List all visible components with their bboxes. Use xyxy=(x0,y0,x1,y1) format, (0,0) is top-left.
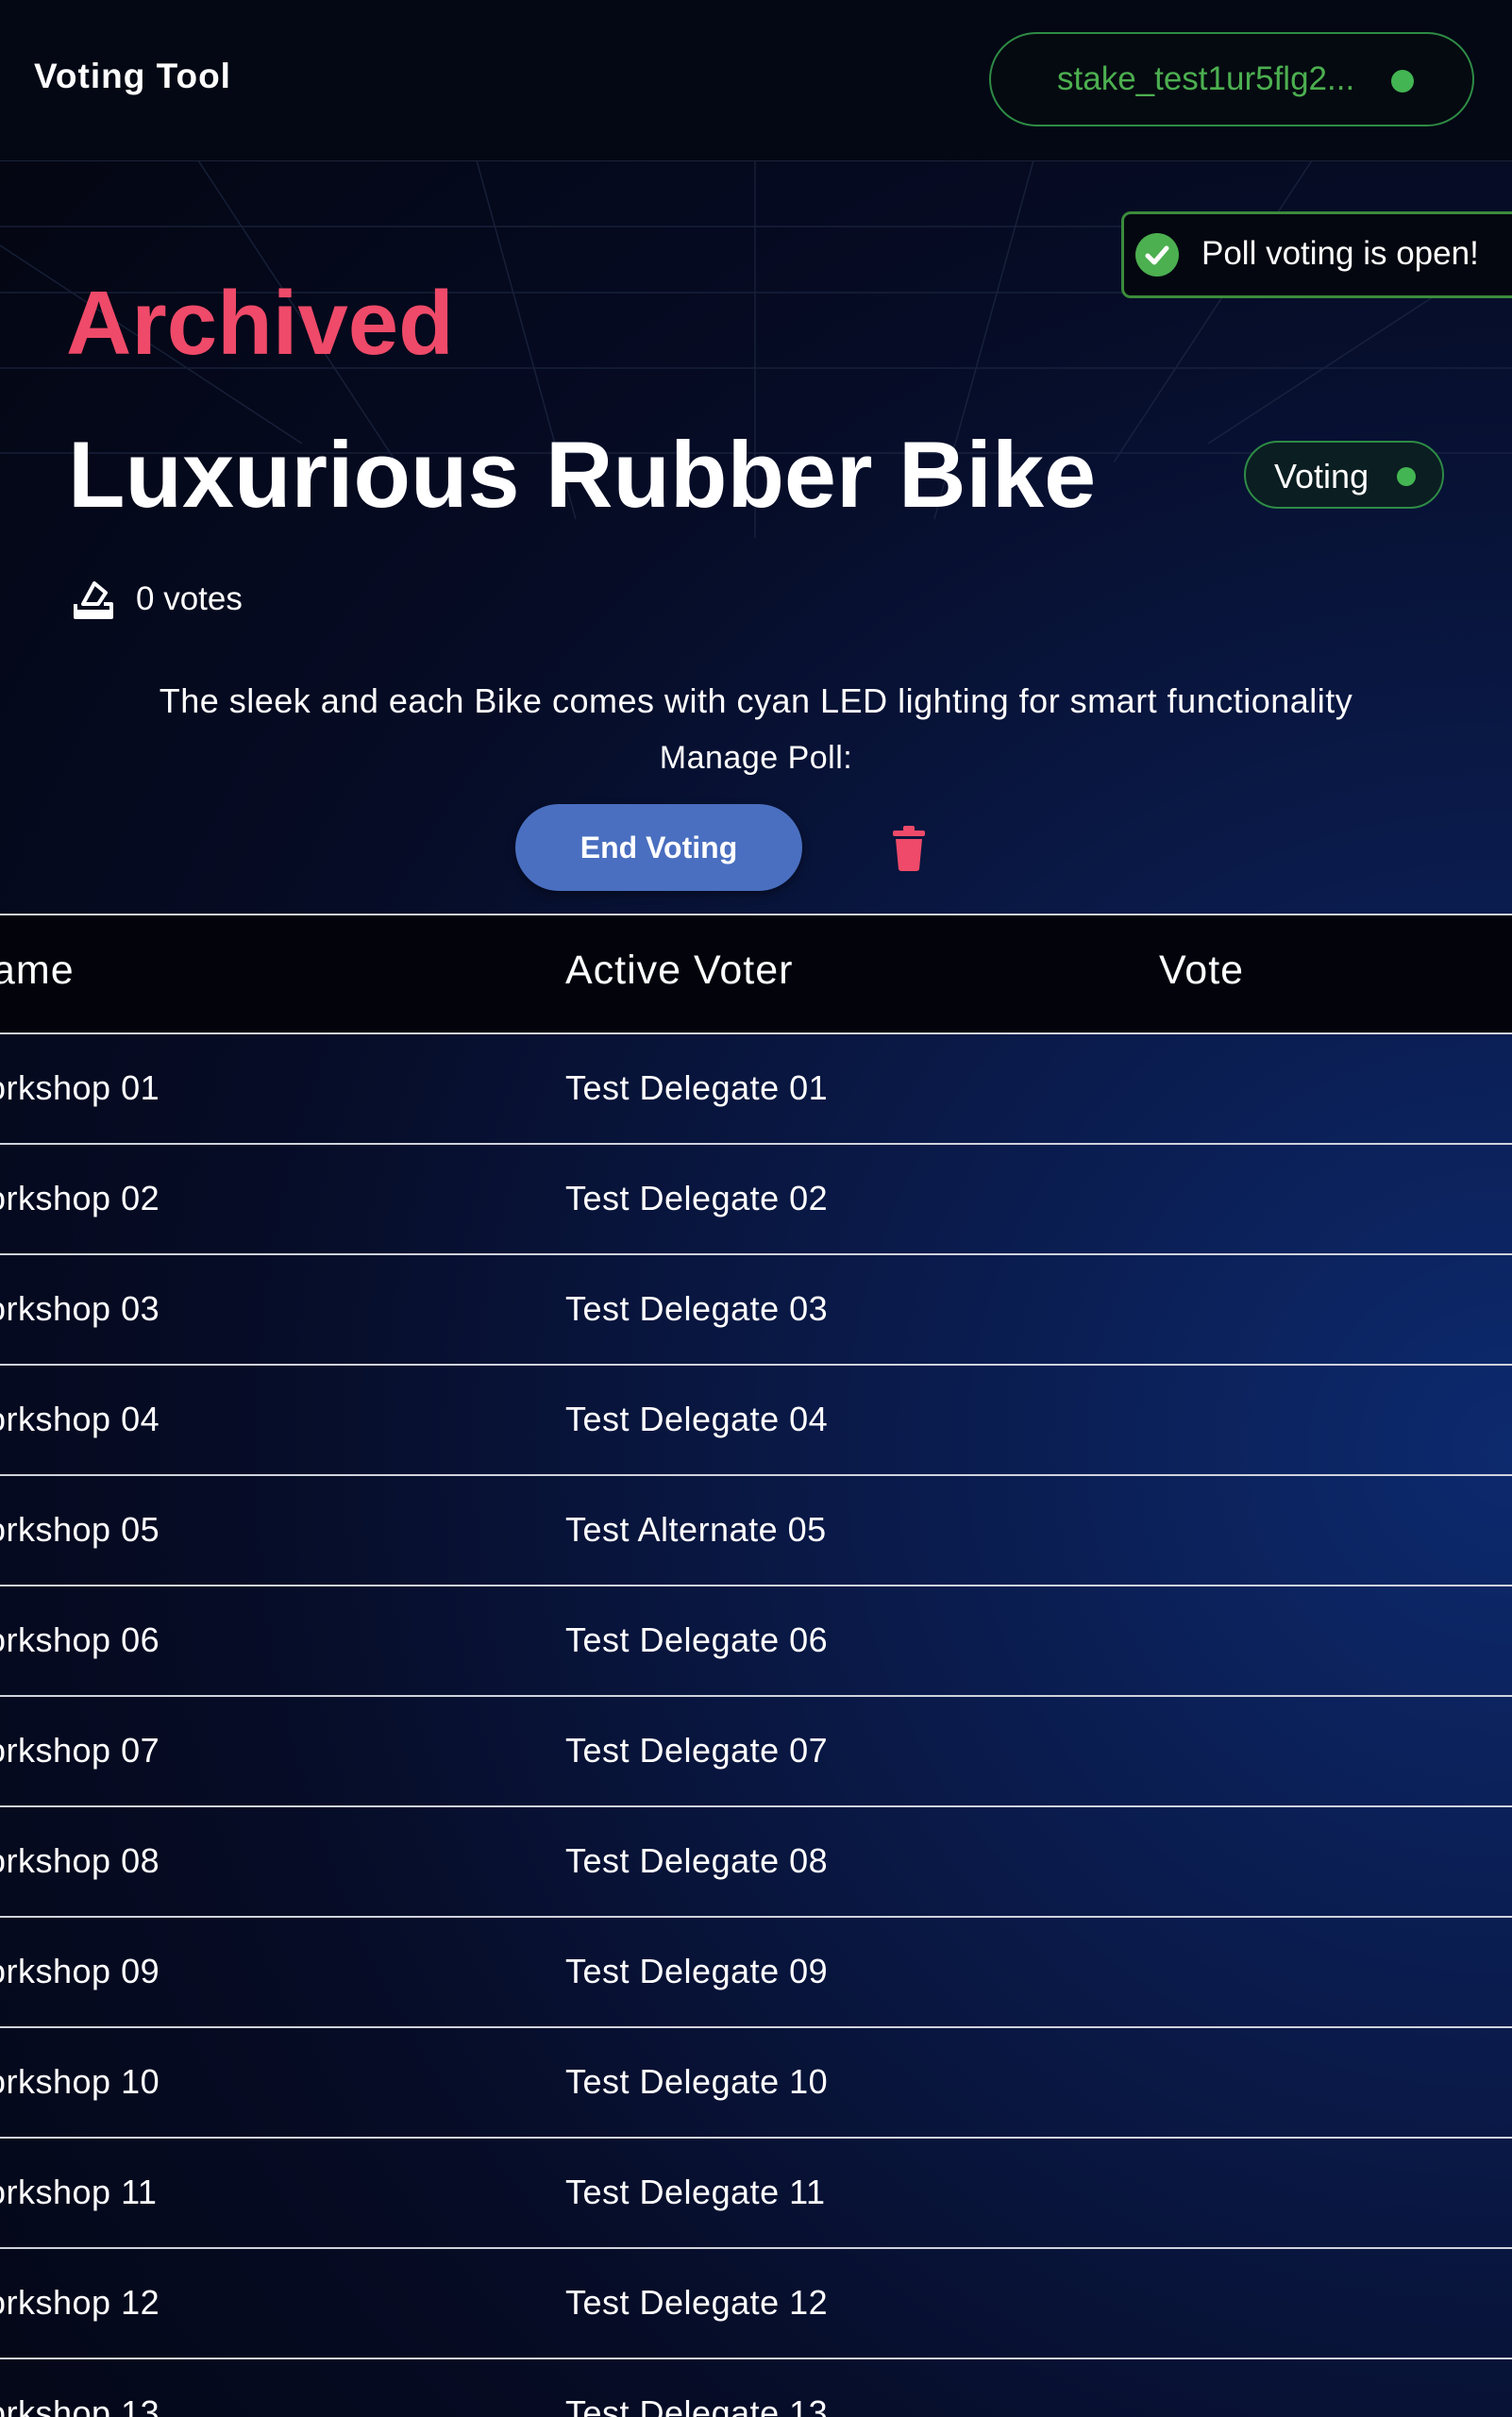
vote-count: 0 votes xyxy=(72,578,243,621)
wallet-status-dot-icon xyxy=(1391,70,1414,92)
workshop-name-cell: orkshop 04 xyxy=(0,1400,160,1438)
table-body: orkshop 01 Test Delegate 01 orkshop 02 Test… xyxy=(0,1034,1512,2417)
active-voter-cell: Test Delegate 09 xyxy=(565,1952,829,1990)
poll-title: Luxurious Rubber Bike xyxy=(68,422,1097,527)
table-row[interactable]: orkshop 06 Test Delegate 06 xyxy=(0,1586,1512,1697)
table-row[interactable]: orkshop 04 Test Delegate 04 xyxy=(0,1366,1512,1476)
table-row[interactable]: orkshop 10 Test Delegate 10 xyxy=(0,2028,1512,2139)
workshop-name-cell: orkshop 01 xyxy=(0,1068,160,1107)
workshop-name-cell: orkshop 13 xyxy=(0,2393,160,2417)
table-row[interactable]: orkshop 05 Test Alternate 05 xyxy=(0,1476,1512,1586)
voters-table: ame Active Voter Vote orkshop 01 Test Del… xyxy=(0,914,1512,2417)
trash-icon[interactable] xyxy=(887,825,931,872)
active-voter-cell: Test Alternate 05 xyxy=(565,1510,827,1549)
table-row[interactable]: orkshop 01 Test Delegate 01 xyxy=(0,1034,1512,1145)
ballot-box-icon xyxy=(74,581,113,619)
workshop-name-cell: orkshop 05 xyxy=(0,1510,160,1549)
workshop-name-cell: orkshop 06 xyxy=(0,1620,160,1659)
poll-page: Voting Tool stake_test1ur5flg2... Poll v… xyxy=(0,0,1512,2417)
table-row[interactable]: orkshop 08 Test Delegate 08 xyxy=(0,1807,1512,1918)
status-badge: Voting xyxy=(1244,441,1444,509)
active-voter-cell: Test Delegate 04 xyxy=(565,1400,829,1438)
active-voter-cell: Test Delegate 13 xyxy=(565,2393,829,2417)
check-circle-icon xyxy=(1135,233,1179,277)
active-voter-cell: Test Delegate 11 xyxy=(565,2173,826,2211)
column-header-name[interactable]: ame xyxy=(0,948,75,994)
table-row[interactable]: orkshop 07 Test Delegate 07 xyxy=(0,1697,1512,1807)
table-row[interactable]: orkshop 11 Test Delegate 11 xyxy=(0,2139,1512,2249)
workshop-name-cell: orkshop 09 xyxy=(0,1952,160,1990)
table-row[interactable]: orkshop 13 Test Delegate 13 xyxy=(0,2359,1512,2417)
column-header-active-voter[interactable]: Active Voter xyxy=(565,948,793,994)
active-voter-cell: Test Delegate 03 xyxy=(565,1289,829,1328)
active-voter-cell: Test Delegate 12 xyxy=(565,2283,829,2322)
manage-poll-label: Manage Poll: xyxy=(659,740,853,776)
status-badge-label: Voting xyxy=(1274,457,1369,495)
status-dot-icon xyxy=(1397,467,1416,486)
table-row[interactable]: orkshop 03 Test Delegate 03 xyxy=(0,1255,1512,1366)
end-voting-button[interactable]: End Voting xyxy=(515,804,802,891)
poll-description: The sleek and each Bike comes with cyan … xyxy=(159,681,1353,720)
workshop-name-cell: orkshop 10 xyxy=(0,2062,160,2101)
table-row[interactable]: orkshop 02 Test Delegate 02 xyxy=(0,1145,1512,1255)
vote-count-text: 0 votes xyxy=(136,580,243,617)
workshop-name-cell: orkshop 02 xyxy=(0,1179,160,1217)
wallet-address: stake_test1ur5flg2... xyxy=(1057,60,1355,97)
active-voter-cell: Test Delegate 02 xyxy=(565,1179,829,1217)
active-voter-cell: Test Delegate 01 xyxy=(565,1068,829,1107)
workshop-name-cell: orkshop 08 xyxy=(0,1841,160,1880)
top-navbar: Voting Tool stake_test1ur5flg2... xyxy=(0,0,1512,161)
workshop-name-cell: orkshop 07 xyxy=(0,1731,160,1770)
table-row[interactable]: orkshop 12 Test Delegate 12 xyxy=(0,2249,1512,2359)
active-voter-cell: Test Delegate 06 xyxy=(565,1620,829,1659)
workshop-name-cell: orkshop 03 xyxy=(0,1289,160,1328)
toast-message: Poll voting is open! xyxy=(1201,235,1479,272)
table-header: ame Active Voter Vote xyxy=(0,914,1512,1034)
column-header-vote[interactable]: Vote xyxy=(1159,948,1244,994)
toast-notification[interactable]: Poll voting is open! xyxy=(1121,211,1512,298)
wallet-connect-button[interactable]: stake_test1ur5flg2... xyxy=(989,32,1474,126)
workshop-name-cell: orkshop 12 xyxy=(0,2283,160,2322)
active-voter-cell: Test Delegate 07 xyxy=(565,1731,829,1770)
active-voter-cell: Test Delegate 08 xyxy=(565,1841,829,1880)
workshop-name-cell: orkshop 11 xyxy=(0,2173,158,2211)
active-voter-cell: Test Delegate 10 xyxy=(565,2062,829,2101)
archived-label: Archived xyxy=(66,273,454,374)
table-row[interactable]: orkshop 09 Test Delegate 09 xyxy=(0,1918,1512,2028)
app-title[interactable]: Voting Tool xyxy=(34,57,231,96)
